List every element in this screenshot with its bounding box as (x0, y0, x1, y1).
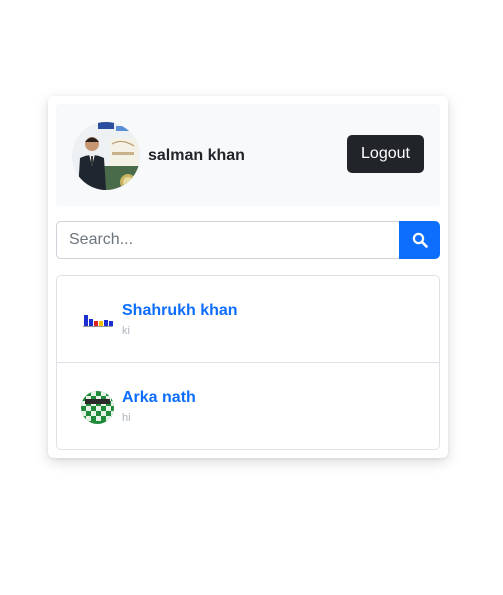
contact-name: Arka nath (122, 389, 196, 406)
chess-board-avatar-icon (81, 391, 114, 424)
contact-avatar (81, 304, 114, 337)
profile-photo-icon (72, 122, 140, 190)
user-avatar (72, 122, 140, 190)
chat-card: salman khan Logout Search... Shahrukh kh… (48, 96, 448, 458)
search-button[interactable] (399, 221, 440, 259)
search-icon (412, 232, 428, 248)
contact-last-message: ki (122, 325, 130, 337)
user-header: salman khan Logout (56, 104, 440, 206)
logout-button[interactable]: Logout (347, 135, 424, 173)
contact-item[interactable]: Arka nath hi (57, 363, 439, 449)
username: salman khan (148, 147, 245, 164)
contact-last-message: hi (122, 412, 131, 424)
contact-avatar (81, 391, 114, 424)
bar-chart-avatar-icon (81, 304, 114, 337)
search-input[interactable] (56, 221, 400, 259)
search-bar (56, 221, 440, 259)
contact-item[interactable]: Shahrukh khan ki (57, 276, 439, 363)
contact-name: Shahrukh khan (122, 302, 238, 319)
contact-list: Shahrukh khan ki Arka nath hi (56, 275, 440, 450)
